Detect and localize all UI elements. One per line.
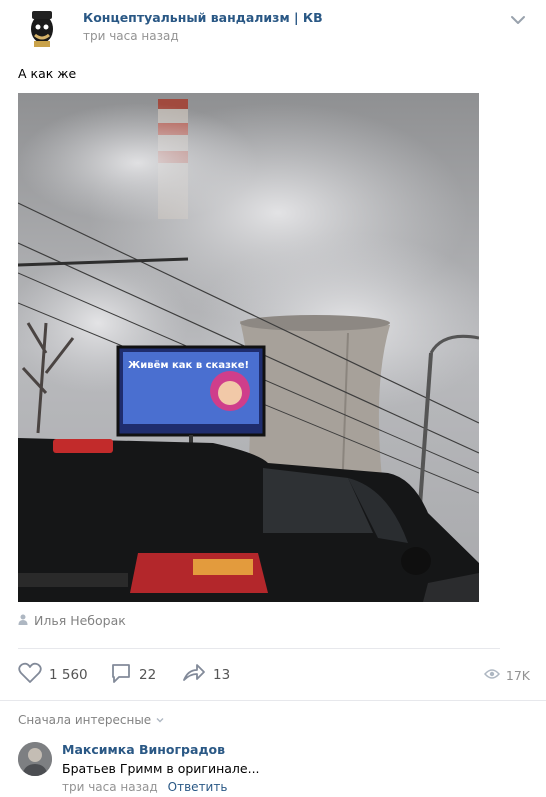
small-chevron-icon bbox=[155, 713, 165, 727]
group-avatar[interactable] bbox=[20, 5, 64, 49]
comment-button[interactable]: 22 bbox=[110, 660, 156, 690]
chevron-down-icon[interactable] bbox=[508, 12, 528, 28]
person-icon bbox=[18, 613, 28, 628]
heart-icon bbox=[18, 662, 42, 688]
share-icon bbox=[182, 662, 206, 688]
comment-author[interactable]: Максимка Виноградов bbox=[62, 742, 225, 757]
like-count: 1 560 bbox=[49, 667, 88, 683]
post-time[interactable]: три часа назад bbox=[83, 29, 179, 43]
like-button[interactable]: 1 560 bbox=[18, 660, 88, 690]
comment-sort-dropdown[interactable]: Сначала интересные bbox=[18, 713, 165, 727]
post-text: А как же bbox=[18, 66, 77, 81]
comment-time[interactable]: три часа назад bbox=[62, 780, 158, 794]
post-header: Концептуальный вандализм | КВ три часа н… bbox=[0, 0, 546, 60]
sort-label: Сначала интересные bbox=[18, 713, 152, 727]
post-actions: 1 560 22 13 17K bbox=[18, 660, 530, 690]
photo-author-name: Илья Неборак bbox=[34, 613, 126, 628]
share-button[interactable]: 13 bbox=[182, 660, 230, 690]
comment-count: 22 bbox=[139, 667, 157, 683]
divider bbox=[18, 648, 500, 649]
comment-meta: три часа назад Ответить bbox=[62, 780, 227, 794]
view-counter: 17K bbox=[483, 660, 530, 690]
post-photo[interactable]: Живём как в сказке! bbox=[18, 93, 479, 602]
group-name[interactable]: Концептуальный вандализм | КВ bbox=[83, 10, 323, 25]
photo-author[interactable]: Илья Неборак bbox=[18, 613, 126, 628]
comment-text: Братьев Гримм в оригинале... bbox=[62, 761, 260, 776]
avatar[interactable] bbox=[18, 742, 52, 776]
divider bbox=[0, 700, 546, 701]
billboard-text: Живём как в сказке! bbox=[128, 359, 249, 371]
reply-button[interactable]: Ответить bbox=[168, 780, 228, 794]
view-count: 17K bbox=[505, 667, 530, 683]
eye-icon bbox=[483, 668, 500, 683]
group-avatar-image bbox=[20, 5, 64, 49]
comment-item: Максимка Виноградов Братьев Гримм в ориг… bbox=[18, 740, 528, 797]
photo-scene: Живём как в сказке! bbox=[18, 93, 479, 602]
comment-icon bbox=[110, 662, 132, 688]
share-count: 13 bbox=[213, 667, 231, 683]
